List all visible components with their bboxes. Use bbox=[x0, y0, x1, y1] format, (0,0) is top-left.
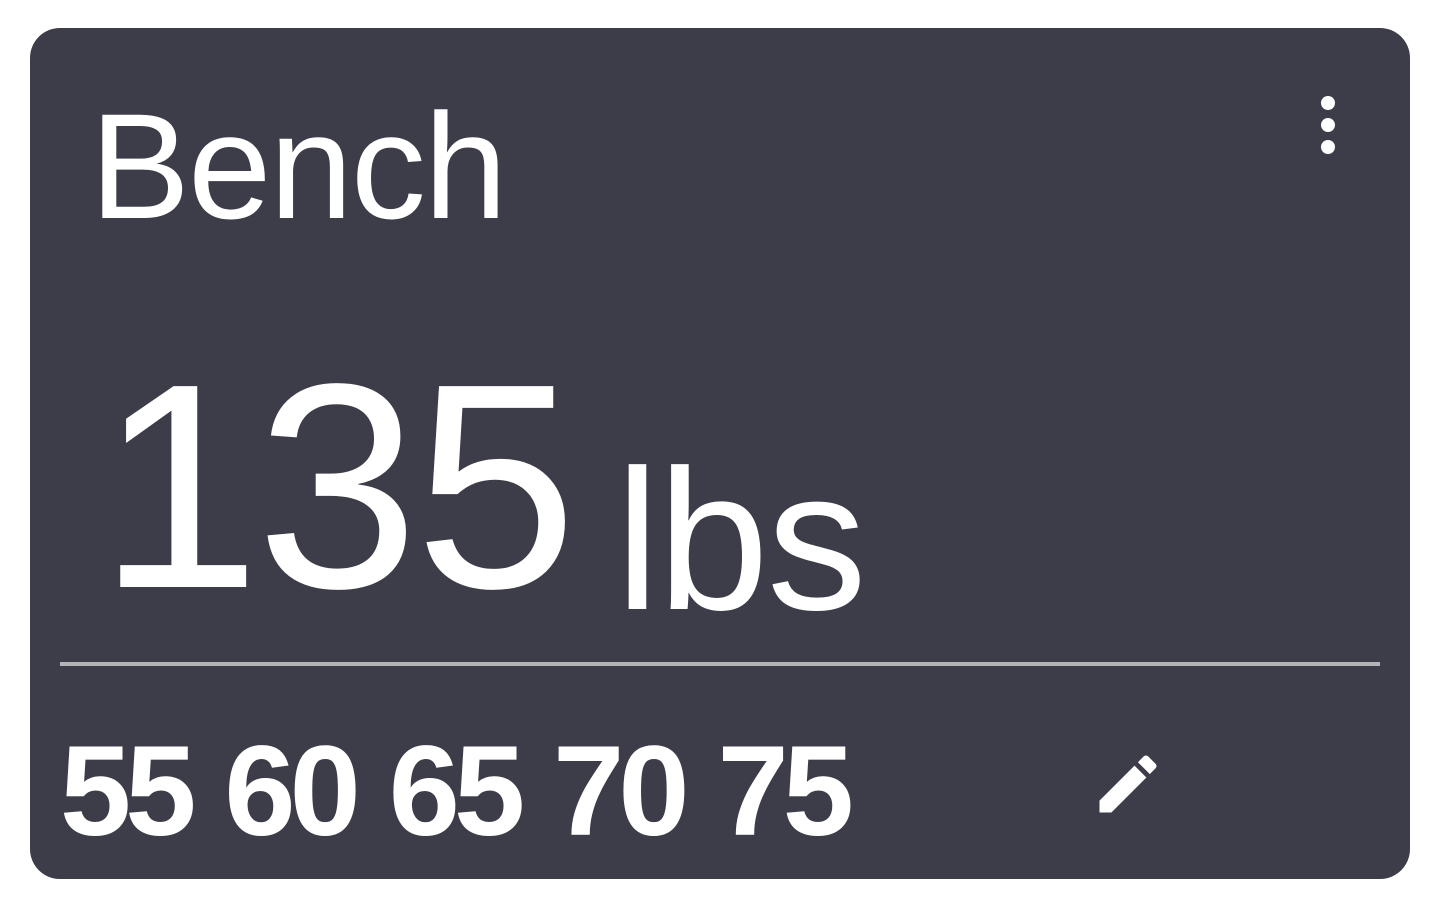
exercise-title: Bench bbox=[90, 82, 507, 250]
plate-value[interactable]: 65 bbox=[389, 728, 525, 856]
pencil-icon bbox=[1099, 755, 1157, 813]
divider bbox=[60, 662, 1380, 666]
exercise-card[interactable]: Bench 135 lbs 55 60 65 70 75 bbox=[30, 28, 1410, 879]
edit-button[interactable] bbox=[1090, 746, 1166, 822]
plate-value[interactable]: 75 bbox=[718, 728, 854, 856]
plate-value[interactable]: 70 bbox=[553, 728, 689, 856]
weight-value: 135 bbox=[98, 323, 577, 649]
weight-display: 135 lbs bbox=[98, 323, 867, 649]
plate-value[interactable]: 60 bbox=[224, 728, 360, 856]
plate-list: 55 60 65 70 75 bbox=[60, 728, 854, 856]
more-vertical-icon-dot-middle bbox=[1321, 118, 1335, 132]
weight-unit: lbs bbox=[615, 429, 867, 652]
more-options-button[interactable] bbox=[1306, 90, 1350, 160]
more-vertical-icon-dot-bottom bbox=[1321, 140, 1335, 154]
plate-value[interactable]: 55 bbox=[60, 728, 196, 856]
more-vertical-icon-dot-top bbox=[1321, 96, 1335, 110]
